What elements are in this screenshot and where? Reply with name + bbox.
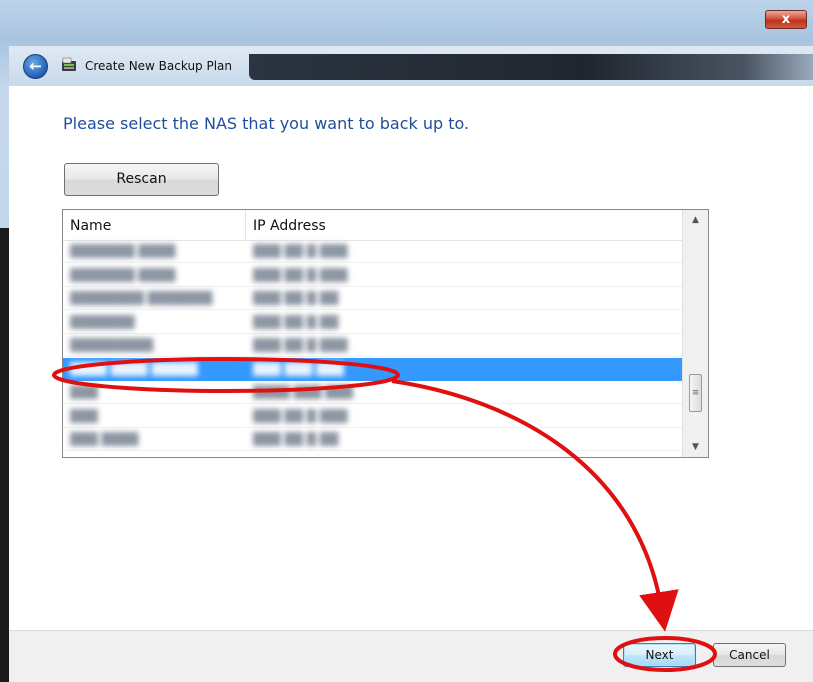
table-row[interactable]: ███████ ███ ██ █ ██ (63, 311, 682, 334)
vertical-scrollbar[interactable]: ▲ ≡ ▼ (682, 210, 708, 457)
table-row[interactable]: ███████ ████ ███ ██ █ ███ (63, 264, 682, 287)
nas-name-cell: ███ ████ (70, 432, 139, 446)
nas-ip-cell: ███ ██ █ ███ (253, 338, 348, 352)
nas-name-cell: ████ ████ █████ (70, 361, 198, 376)
nas-name-cell: ████████ ███████ (70, 291, 213, 305)
list-header: Name IP Address (63, 210, 682, 241)
nas-name-cell: ███ (70, 385, 98, 399)
nas-name-cell: █████████ (70, 338, 154, 352)
nas-list[interactable]: Name IP Address ███████ ████ ███ ██ █ ███… (62, 209, 709, 458)
next-button[interactable]: Next (623, 643, 696, 667)
scroll-up-icon[interactable]: ▲ (683, 211, 708, 229)
table-row[interactable]: ███ ████ ███ ██ █ ██ (63, 428, 682, 451)
column-header-name[interactable]: Name (70, 218, 111, 234)
table-row[interactable]: ████ ████ █████ ███ ███ ███ (63, 357, 682, 381)
nas-ip-cell: ███ ██ █ ██ (253, 432, 339, 446)
navigation-bar: ← Create New Backup Plan (9, 46, 813, 86)
nas-ip-cell: ███ ██ █ ███ (253, 408, 348, 423)
column-separator (245, 210, 246, 240)
table-row[interactable]: █████████ ███ ██ █ ███ (63, 334, 682, 357)
content-area: Please select the NAS that you want to b… (9, 86, 813, 630)
nas-ip-cell: ███ ██ █ ███ (253, 244, 348, 258)
nas-ip-cell: ███ ██ █ ██ (253, 291, 339, 305)
nas-ip-cell: ███ ██ █ ██ (253, 314, 339, 329)
backup-plan-window: x ← Create New Backup Plan Please select… (0, 0, 813, 682)
back-arrow-icon[interactable]: ← (23, 54, 48, 79)
table-row[interactable]: ████████ ███████ ███ ██ █ ██ (63, 287, 682, 310)
nas-ip-cell: ███ ███ ███ (253, 361, 344, 376)
table-row[interactable]: ███ ███ ██ █ ███ (63, 405, 682, 428)
nas-ip-cell: ████ ███ ███ (253, 385, 353, 399)
nas-name-cell: ███████ ████ (70, 267, 176, 282)
rescan-button[interactable]: Rescan (64, 163, 219, 196)
nas-name-cell: ███████ ████ (70, 244, 176, 258)
nas-name-cell: ███████ (70, 314, 135, 329)
column-header-ip[interactable]: IP Address (253, 218, 326, 234)
scroll-down-icon[interactable]: ▼ (683, 438, 708, 456)
cancel-button[interactable]: Cancel (713, 643, 786, 667)
instruction-heading: Please select the NAS that you want to b… (63, 114, 470, 133)
window-title: Create New Backup Plan (85, 59, 233, 73)
table-row[interactable]: ███████ ████ ███ ██ █ ███ (63, 240, 682, 263)
button-footer: Next Cancel (9, 630, 813, 682)
table-row[interactable]: ███ ████ ███ ███ (63, 381, 682, 404)
close-button[interactable]: x (765, 10, 807, 29)
backup-app-icon (62, 57, 76, 71)
title-banner (249, 54, 813, 80)
nas-name-cell: ███ (70, 408, 98, 423)
nas-ip-cell: ███ ██ █ ███ (253, 267, 348, 282)
scrollbar-thumb[interactable]: ≡ (689, 374, 702, 412)
window-left-edge (0, 228, 9, 682)
